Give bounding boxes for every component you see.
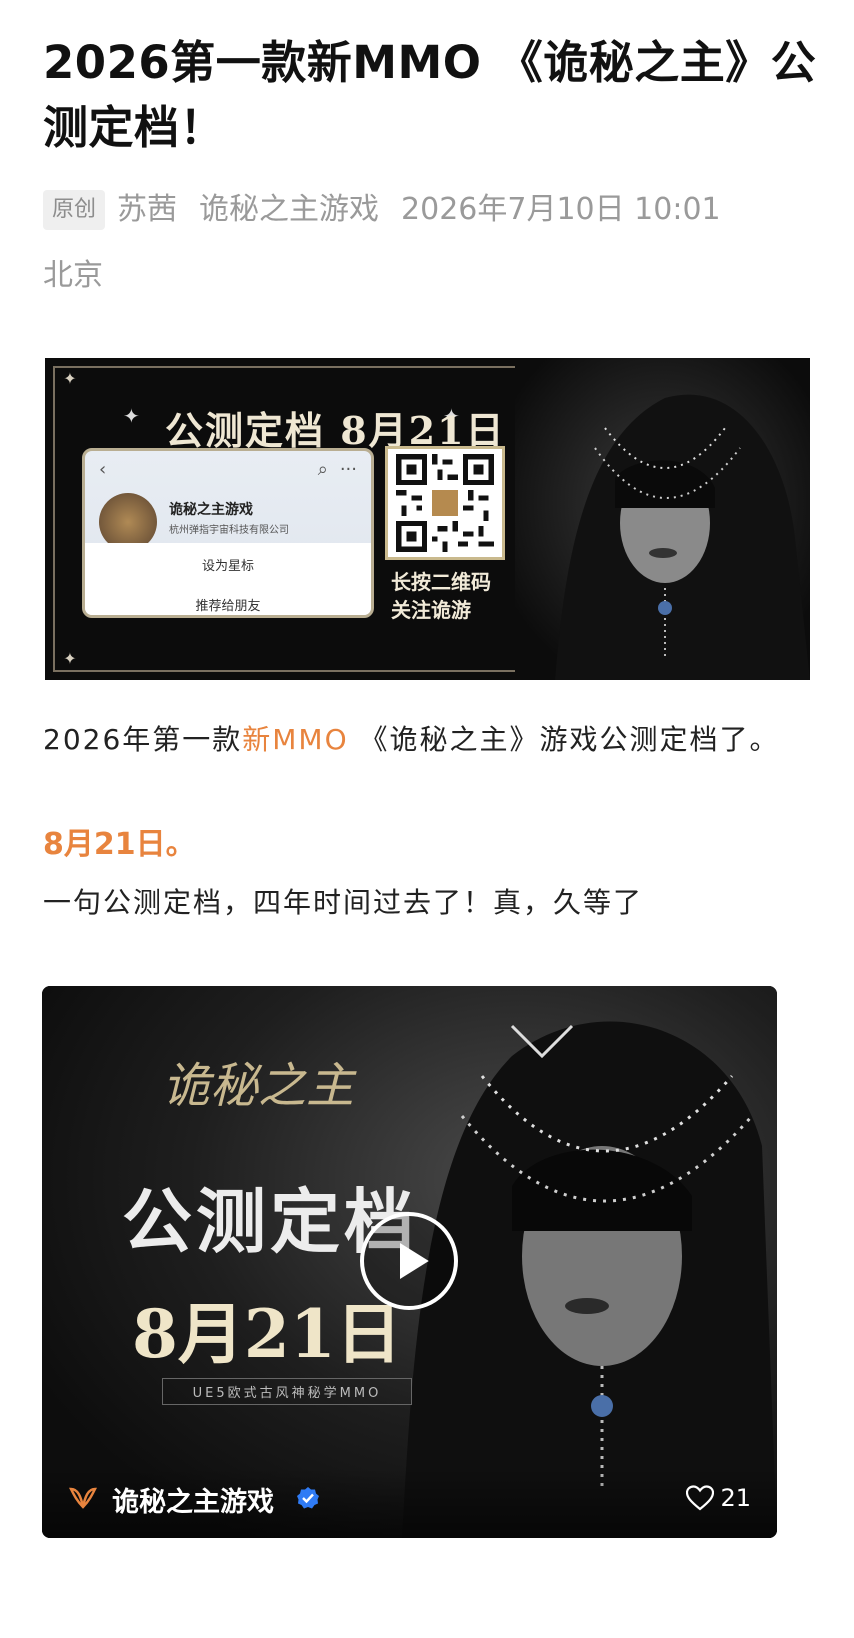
card-company: 杭州弹指宇宙科技有限公司 <box>169 525 289 536</box>
qr-code-icon <box>385 446 505 560</box>
video-tagline: UE5欧式古风神秘学MMO <box>162 1378 412 1405</box>
card-account-name: 诡秘之主游戏 <box>169 502 253 518</box>
like-count: 21 <box>720 1484 751 1512</box>
card-action-panel: 设为星标 推荐给朋友 <box>85 543 371 615</box>
channel-logo-icon <box>68 1487 98 1509</box>
publish-location: 北京 <box>43 258 103 293</box>
qr-caption: 长按二维码 关注诡游 <box>391 568 521 624</box>
play-button[interactable] <box>360 1212 458 1310</box>
video-card[interactable]: 诡秘之主 公测定档 8月21日 UE5欧式古风神秘学MMO 诡秘之主游戏 21 <box>42 986 777 1538</box>
launch-date-line: 8月21日。 <box>43 827 196 862</box>
qr-caption-line2: 关注诡游 <box>391 598 471 622</box>
back-icon: ‹ <box>99 459 107 480</box>
veiled-character-illustration <box>515 358 810 680</box>
qr-caption-line1: 长按二维码 <box>391 570 491 594</box>
corner-ornament: ✦ <box>63 649 77 668</box>
original-tag: 原创 <box>43 190 106 230</box>
intro-suffix: 《诡秘之主》游戏公测定档了。 <box>348 723 780 756</box>
sparkle-icon: ✦ <box>123 404 140 428</box>
more-icon: ··· <box>339 459 357 480</box>
publish-datetime: 2026年7月10日 10:01 <box>401 192 721 227</box>
like-button[interactable]: 21 <box>686 1484 751 1512</box>
heart-icon <box>686 1485 715 1511</box>
play-icon <box>400 1243 429 1279</box>
card-recommend-label: 推荐给朋友 <box>195 599 261 614</box>
game-logo: 诡秘之主 <box>162 1058 355 1114</box>
article-title: 2026第一款新MMO 《诡秘之主》公测定档！ <box>43 36 817 154</box>
intro-paragraph: 2026年第一款新MMO 《诡秘之主》游戏公测定档了。 <box>43 712 813 767</box>
verified-badge-icon <box>297 1487 319 1509</box>
article-meta: 原创 苏茜 诡秘之主游戏 2026年7月10日 10:01 <box>43 190 823 230</box>
card-star-label: 设为星标 <box>201 559 254 574</box>
search-icon: ⌕ <box>317 459 328 480</box>
video-date: 8月21日 <box>132 1295 402 1373</box>
author-name[interactable]: 苏茜 <box>117 192 177 227</box>
account-link[interactable]: 诡秘之主游戏 <box>199 192 379 227</box>
intro-prefix: 2026年第一款 <box>43 723 243 756</box>
channel-name[interactable]: 诡秘之主游戏 <box>112 1480 274 1519</box>
corner-ornament: ✦ <box>63 369 77 388</box>
account-card-mockup: ‹ ··· ⌕ 诡秘之主游戏 杭州弹指宇宙科技有限公司 设为星标 推荐给朋友 <box>82 448 374 618</box>
highlight-text: 新MMO <box>242 723 349 756</box>
body-paragraph: 一句公测定档，四年时间过去了！真，久等了 <box>43 886 644 919</box>
card-nav: ‹ ··· ⌕ <box>99 459 357 480</box>
follow-banner-image: ✦ ✦ ✦ ✦ ✦ ✦ 公测定档 8月21日 ‹ ··· ⌕ 诡秘之主游戏 杭州… <box>45 358 810 680</box>
